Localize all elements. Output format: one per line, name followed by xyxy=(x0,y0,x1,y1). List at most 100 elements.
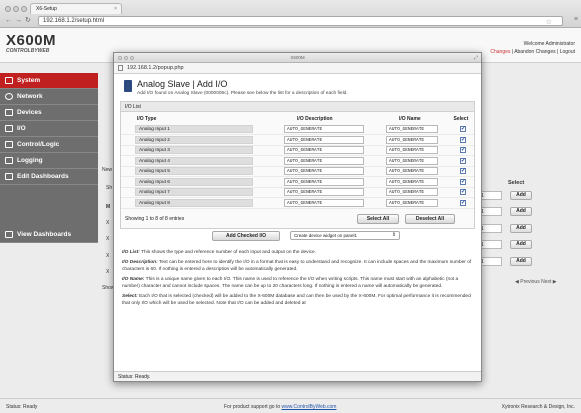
help-text: I/O List: This shows the type and refere… xyxy=(120,250,475,308)
io-type-cell: Analog Input 6 xyxy=(135,177,253,186)
deselect-all-button[interactable]: Deselect All xyxy=(405,213,455,224)
popup-title: Analog Slave | Add I/O xyxy=(137,79,228,89)
popup-subtitle: Add I/O found on Analog Slave (0000006c)… xyxy=(137,91,348,96)
browser-menu-icon[interactable]: ≡ xyxy=(574,16,578,23)
io-description-field[interactable]: AUTO_GENERATE xyxy=(284,156,365,165)
select-checkbox[interactable]: ✓ xyxy=(459,199,466,206)
io-list-panel: I/O List I/O Type I/O Description I/O Na… xyxy=(120,101,475,229)
sidebar-item-io[interactable]: I/O xyxy=(0,121,98,137)
io-actions-row: Add Checked I/O Create device widget on … xyxy=(120,229,475,244)
app-status-bar: Status: Ready For product support go to … xyxy=(0,398,581,413)
col-select[interactable]: Select xyxy=(452,112,474,124)
io-name-field[interactable]: AUTO_GENERATE xyxy=(386,188,438,197)
minimize-window-icon[interactable] xyxy=(13,6,19,12)
forward-icon[interactable]: → xyxy=(15,17,22,24)
logic-icon xyxy=(5,141,13,148)
tab-close-icon[interactable]: × xyxy=(114,6,117,12)
support-link[interactable]: www.ControlByWeb.com xyxy=(282,404,337,410)
bookmark-star-icon[interactable]: ☆ xyxy=(546,18,552,26)
io-name-field[interactable]: AUTO_GENERATE xyxy=(386,177,438,186)
bg-x-2: X xyxy=(106,236,110,242)
io-description-field[interactable]: AUTO_GENERATE xyxy=(284,177,365,186)
sidebar-item-label: Control/Logic xyxy=(17,141,60,148)
resize-icon[interactable]: ⤢ xyxy=(474,53,478,63)
welcome-text: Welcome Administrator xyxy=(523,41,575,47)
logout-link[interactable]: Logout xyxy=(560,49,575,55)
select-checkbox[interactable]: ✓ xyxy=(459,126,466,132)
io-description-field[interactable]: AUTO_GENERATE xyxy=(284,135,365,144)
select-checkbox[interactable]: ✓ xyxy=(459,168,466,175)
bg-new-label: New xyxy=(102,167,113,173)
io-name-field[interactable]: AUTO_GENERATE xyxy=(386,125,438,133)
table-row: Analog Input 2 AUTO_GENERATE AUTO_GENERA… xyxy=(121,134,474,146)
io-description-field[interactable]: AUTO_GENERATE xyxy=(284,188,365,197)
sidebar-item-view-dashboards[interactable]: View Dashboards xyxy=(0,227,98,243)
io-type-cell: Analog Input 4 xyxy=(135,156,253,165)
select-checkbox[interactable]: ✓ xyxy=(459,189,466,196)
bg-x-1: X xyxy=(106,220,110,226)
sidebar-item-system[interactable]: System xyxy=(0,73,98,89)
sidebar-item-network[interactable]: Network xyxy=(0,89,98,105)
popup-close-icon[interactable] xyxy=(118,56,122,60)
select-checkbox[interactable]: ✓ xyxy=(459,178,466,185)
bg-add-button[interactable]: Add xyxy=(510,240,532,249)
globe-icon xyxy=(5,93,13,100)
address-bar[interactable]: 192.168.1.2/setup.html ☆ xyxy=(38,16,563,26)
popup-minimize-icon[interactable] xyxy=(124,56,128,60)
zoom-window-icon[interactable] xyxy=(21,6,27,12)
device-icon xyxy=(5,109,13,116)
sidebar-item-edit-dashboards[interactable]: Edit Dashboards xyxy=(0,169,98,185)
sidebar-item-control-logic[interactable]: Control/Logic xyxy=(0,137,98,153)
wrench-icon xyxy=(5,77,13,84)
select-checkbox[interactable]: ✓ xyxy=(459,136,466,143)
io-type-cell: Analog Input 7 xyxy=(135,188,253,197)
io-name-field[interactable]: AUTO_GENERATE xyxy=(386,135,438,144)
help-term: I/O List: xyxy=(122,249,140,255)
bg-select-header: Select xyxy=(508,180,525,186)
help-term: I/O Description: xyxy=(122,260,158,265)
select-checkbox[interactable]: ✓ xyxy=(459,147,466,154)
bg-x-4: X xyxy=(106,269,110,275)
select-all-button[interactable]: Select All xyxy=(357,213,399,224)
sidebar-item-label: I/O xyxy=(17,125,26,132)
table-row: Analog Input 4 AUTO_GENERATE AUTO_GENERA… xyxy=(121,155,474,167)
help-desc: Text can be entered here to identify the… xyxy=(122,260,472,272)
bg-add-button[interactable]: Add xyxy=(510,207,532,216)
sidebar-item-logging[interactable]: Logging xyxy=(0,153,98,169)
io-type-cell: Analog Input 2 xyxy=(135,135,253,144)
bg-x-3: X xyxy=(106,253,110,259)
io-name-field[interactable]: AUTO_GENERATE xyxy=(386,167,438,176)
browser-tab[interactable]: X6-Setup × xyxy=(30,3,122,14)
logo-sub: CONTROLBYWEB xyxy=(6,48,50,54)
bg-add-button[interactable]: Add xyxy=(510,224,532,233)
back-icon[interactable]: ← xyxy=(5,17,12,24)
help-term: Select: xyxy=(122,294,138,299)
save-changes-link[interactable]: Changes xyxy=(490,49,510,55)
create-widget-select[interactable]: Create device widget on panel1 ⇕ xyxy=(290,230,400,240)
app-status-text: Status: Ready xyxy=(6,404,38,410)
io-name-field[interactable]: AUTO_GENERATE xyxy=(386,156,438,165)
abandon-changes-link[interactable]: Abandon Changes xyxy=(514,49,555,55)
support-text: For product support go to www.ControlByW… xyxy=(224,404,336,410)
io-description-field[interactable]: AUTO_GENERATE xyxy=(284,167,365,176)
close-window-icon[interactable] xyxy=(5,6,11,12)
sidebar-item-devices[interactable]: Devices xyxy=(0,105,98,121)
io-description-field[interactable]: AUTO_GENERATE xyxy=(284,125,365,133)
bg-add-button[interactable]: Add xyxy=(510,257,532,266)
col-io-type[interactable]: I/O Type xyxy=(121,112,281,124)
col-io-description[interactable]: I/O Description xyxy=(281,112,383,124)
io-type-cell: Analog Input 3 xyxy=(135,146,253,155)
io-description-field[interactable]: AUTO_GENERATE xyxy=(284,198,365,207)
io-description-field[interactable]: AUTO_GENERATE xyxy=(284,146,365,155)
table-row: Analog Input 5 AUTO_GENERATE AUTO_GENERA… xyxy=(121,166,474,177)
select-checkbox[interactable]: ✓ xyxy=(459,157,466,164)
bg-pagination[interactable]: ◀ Previous Next ▶ xyxy=(515,279,557,285)
io-name-field[interactable]: AUTO_GENERATE xyxy=(386,146,438,155)
add-checked-io-button[interactable]: Add Checked I/O xyxy=(212,230,280,241)
popup-zoom-icon[interactable] xyxy=(130,56,134,60)
bg-add-button[interactable]: Add xyxy=(510,191,532,200)
col-io-name[interactable]: I/O Name xyxy=(383,112,452,124)
io-name-field[interactable]: AUTO_GENERATE xyxy=(386,198,438,207)
popup-titlebar: X600M ⤢ xyxy=(114,53,481,63)
reload-icon[interactable]: ↻ xyxy=(25,17,31,24)
